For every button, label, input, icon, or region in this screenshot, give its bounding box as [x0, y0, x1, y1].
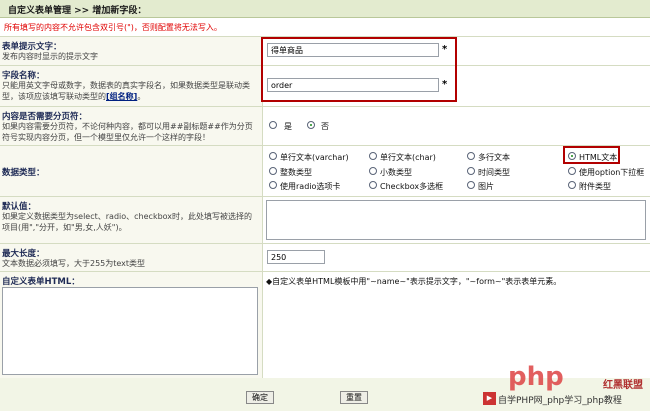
type-radio-label: 使用radio选项卡	[280, 182, 341, 191]
default-value-desc: 如果定义数据类型为select、radio、checkbox时，此处填写被选择的…	[2, 212, 253, 232]
ok-button[interactable]: 确定	[246, 391, 274, 404]
default-value-label-cell: 默认值： 如果定义数据类型为select、radio、checkbox时，此处填…	[0, 197, 263, 243]
type-datetime-label: 时间类型	[478, 168, 510, 177]
custom-html-textarea[interactable]	[2, 287, 258, 375]
data-type-label-cell: 数据类型：	[0, 146, 263, 196]
warning-text: 所有填写的内容不允许包含双引号(")，否则配置将无法写入。	[4, 23, 222, 32]
type-select-radio[interactable]	[568, 167, 576, 175]
custom-html-title: 自定义表单HTML：	[2, 277, 80, 287]
max-length-row: 最大长度： 文本数据必须填写，大于255为text类型	[0, 244, 650, 272]
label-cell: 表单提示文字： 发布内容时显示的提示文字	[0, 37, 263, 65]
type-char-radio[interactable]	[369, 152, 377, 160]
paging-no-radio[interactable]	[307, 121, 315, 129]
paging-yes-label: 是	[284, 122, 292, 131]
type-varchar-label: 单行文本(varchar)	[280, 153, 349, 162]
field-name-label-cell: 字段名称： 只能用英文字母或数字，数据表的真实字段名，如果数据类型是联动类型，该…	[0, 66, 263, 106]
field-name-desc: 只能用英文字母或数字，数据表的真实字段名，如果数据类型是联动类型，该项应该填写联…	[2, 81, 250, 101]
type-float-label: 小数类型	[380, 168, 412, 177]
type-int-radio[interactable]	[269, 167, 277, 175]
type-textarea-radio[interactable]	[467, 152, 475, 160]
warning-row: 所有填写的内容不允许包含双引号(")，否则配置将无法写入。	[0, 17, 650, 37]
title-bar: 自定义表单管理 >> 增加新字段：	[0, 0, 650, 18]
type-attachment-label: 附件类型	[579, 182, 611, 191]
type-textarea-label: 多行文本	[478, 153, 510, 162]
max-length-input[interactable]	[267, 250, 325, 264]
group-name-link[interactable]: [组名称]	[106, 92, 137, 101]
custom-html-hint: ◆自定义表单HTML模板中用"~name~"表示提示文字，"~form~"表示表…	[266, 277, 562, 286]
type-char-label: 单行文本(char)	[380, 153, 436, 162]
type-image-radio[interactable]	[467, 181, 475, 189]
type-float-radio[interactable]	[369, 167, 377, 175]
paging-yes-radio[interactable]	[269, 121, 277, 129]
type-varchar-radio[interactable]	[269, 152, 277, 160]
data-type-title: 数据类型：	[2, 168, 45, 178]
max-length-label-cell: 最大长度： 文本数据必须填写，大于255为text类型	[0, 244, 263, 271]
watermark-logo: php	[508, 362, 564, 392]
label-text-desc: 发布内容时显示的提示文字	[2, 52, 98, 61]
page-title: 自定义表单管理 >> 增加新字段：	[8, 6, 147, 16]
type-select-label: 使用option下拉框	[579, 168, 645, 177]
paging-label-cell: 内容是否需要分页符： 如果内容需要分页符，不论何种内容，都可以用##副标题##作…	[0, 107, 263, 145]
default-value-textarea[interactable]	[266, 200, 646, 240]
paging-desc: 如果内容需要分页符，不论何种内容，都可以用##副标题##作为分页符号实现内容分页…	[2, 122, 253, 142]
type-checkbox-label: Checkbox多选框	[380, 182, 444, 191]
paging-no-label: 否	[321, 122, 329, 131]
type-radio-radio[interactable]	[269, 181, 277, 189]
type-checkbox-radio[interactable]	[369, 181, 377, 189]
watermark-site: 自学PHP网_php学习_php教程	[498, 396, 622, 406]
watermark-brand: 红黑联盟	[603, 380, 643, 391]
watermark-php-icon: ▶	[483, 392, 496, 405]
type-datetime-radio[interactable]	[467, 167, 475, 175]
type-image-label: 图片	[478, 182, 494, 191]
highlight-box-inputs	[261, 37, 457, 102]
highlight-box-html-type	[563, 146, 620, 164]
type-attachment-radio[interactable]	[568, 181, 576, 189]
reset-button[interactable]: 重置	[340, 391, 368, 404]
max-length-desc: 文本数据必须填写，大于255为text类型	[2, 259, 146, 268]
type-int-label: 整数类型	[280, 168, 312, 177]
